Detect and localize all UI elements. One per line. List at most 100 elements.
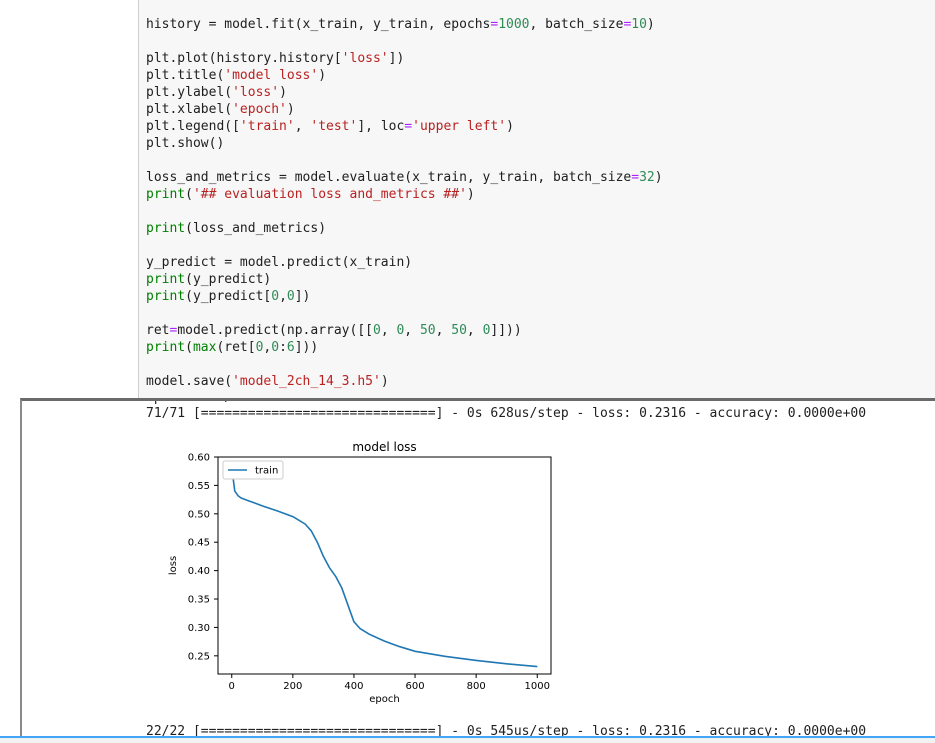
bottom-scroll-strip bbox=[0, 736, 935, 743]
code-token: , bbox=[404, 323, 420, 338]
code-token: print bbox=[146, 272, 186, 287]
code-token: 50 bbox=[451, 323, 467, 338]
code-token: (y_predict) bbox=[185, 272, 272, 287]
x-tick-label: 200 bbox=[283, 681, 302, 692]
code-token: ]) bbox=[388, 51, 405, 66]
code-token: ) bbox=[506, 119, 514, 134]
code-token: = bbox=[631, 170, 640, 185]
code-token: = bbox=[404, 119, 413, 134]
code-line: plt.show() bbox=[146, 135, 224, 152]
code-token: history = model.fit(x_train, y_train, ep… bbox=[146, 17, 491, 32]
code-token: 'model_2ch_14_3.h5' bbox=[232, 374, 381, 389]
code-line: print(y_predict) bbox=[146, 271, 271, 288]
code-token: 0 bbox=[286, 289, 295, 304]
loss-plot: 0 200 400 600 800 1000 0.25 0.30 0.35 0.40 0.45 0.5… bbox=[152, 437, 552, 736]
code-token: plt.plot(history.history[ bbox=[146, 51, 342, 66]
code-token: 1000 bbox=[498, 17, 530, 32]
code-line: loss_and_metrics = model.evaluate(x_trai… bbox=[146, 169, 663, 186]
code-line: print(loss_and_metrics) bbox=[146, 220, 326, 237]
code-token: ( bbox=[185, 340, 193, 355]
code-token: plt.legend([ bbox=[146, 119, 240, 134]
code-token: , bbox=[294, 119, 311, 134]
y-tick-label: 0.35 bbox=[188, 595, 210, 606]
code-token: , bbox=[380, 323, 397, 338]
code-token: (loss_and_metrics) bbox=[185, 221, 327, 236]
code-token: print bbox=[146, 289, 186, 304]
code-token: ( bbox=[185, 187, 193, 202]
code-token: , bbox=[279, 289, 287, 304]
code-line: model.save('model_2ch_14_3.h5') bbox=[146, 373, 389, 390]
x-axis-label: epoch bbox=[369, 694, 399, 705]
code-token: '## evaluation loss and_metrics ##' bbox=[192, 187, 467, 202]
code-token: 0 bbox=[271, 340, 280, 355]
code-token: 6 bbox=[286, 340, 295, 355]
code-line: print(y_predict[0,0]) bbox=[146, 288, 310, 305]
x-tick-label: 1000 bbox=[525, 681, 550, 692]
x-tick-label: 400 bbox=[344, 681, 363, 692]
code-token: 'test' bbox=[310, 119, 358, 134]
y-tick-label: 0.40 bbox=[188, 566, 210, 577]
code-token: , bbox=[435, 323, 452, 338]
code-line: plt.ylabel('loss') bbox=[146, 84, 287, 101]
code-token: ], loc bbox=[357, 119, 405, 134]
output-area: Epoch 1000/1000 71/71 [=================… bbox=[20, 398, 935, 736]
code-token: ])) bbox=[294, 340, 319, 355]
code-token: model.save( bbox=[146, 374, 233, 389]
y-tick-label: 0.55 bbox=[188, 481, 210, 492]
code-token: ret bbox=[146, 323, 170, 338]
y-tick-label: 0.30 bbox=[188, 623, 210, 634]
code-token: ) bbox=[286, 102, 295, 117]
code-token: ) bbox=[646, 17, 655, 32]
code-token: 'model loss' bbox=[224, 68, 319, 83]
code-token: model.predict(np.array([[ bbox=[177, 323, 373, 338]
code-token: print bbox=[146, 340, 186, 355]
code-token: 50 bbox=[419, 323, 436, 338]
y-tick-label: 0.60 bbox=[188, 453, 210, 464]
code-token: ) bbox=[654, 170, 663, 185]
code-token: ) bbox=[318, 68, 327, 83]
code-token: ) bbox=[279, 85, 287, 100]
code-line: ret=model.predict(np.array([[0, 0, 50, 5… bbox=[146, 322, 522, 339]
y-axis-label: loss bbox=[168, 556, 179, 575]
y-tick-label: 0.25 bbox=[188, 651, 210, 662]
code-token: plt.show() bbox=[146, 136, 225, 151]
loss-chart-svg: 0 200 400 600 800 1000 0.25 0.30 0.35 0.40 0.45 0.5… bbox=[168, 440, 552, 705]
x-tick-label: 800 bbox=[467, 681, 486, 692]
evaluate-log-line: 22/22 [==============================] -… bbox=[146, 724, 867, 736]
code-token: 10 bbox=[631, 17, 647, 32]
code-line: y_predict = model.predict(x_train) bbox=[146, 254, 412, 271]
training-log-line: 71/71 [==============================] -… bbox=[146, 406, 867, 421]
code-token: 32 bbox=[639, 170, 655, 185]
code-token: (y_predict[ bbox=[185, 289, 272, 304]
code-token: , batch_size bbox=[529, 17, 624, 32]
code-line: plt.title('model loss') bbox=[146, 67, 326, 84]
code-token: plt.title( bbox=[146, 68, 225, 83]
x-tick-label: 0 bbox=[229, 681, 235, 692]
code-token: print bbox=[146, 221, 186, 236]
code-token: ]) bbox=[294, 289, 311, 304]
code-token: 'epoch' bbox=[232, 102, 287, 117]
code-token: , bbox=[466, 323, 483, 338]
code-token: loss_and_metrics = model.evaluate(x_trai… bbox=[146, 170, 632, 185]
x-tick-label: 600 bbox=[406, 681, 425, 692]
code-token: plt.ylabel( bbox=[146, 85, 233, 100]
code-line: print(max(ret[0,0:6])) bbox=[146, 339, 318, 356]
code-cell[interactable]: history = model.fit(x_train, y_train, ep… bbox=[138, 0, 935, 398]
code-token: ) bbox=[380, 374, 389, 389]
code-line: plt.legend(['train', 'test'], loc='upper… bbox=[146, 118, 514, 135]
legend-label: train bbox=[255, 466, 278, 477]
code-line: plt.plot(history.history['loss']) bbox=[146, 50, 404, 67]
y-tick-label: 0.50 bbox=[188, 509, 210, 520]
code-token: max bbox=[192, 340, 217, 355]
y-tick-label: 0.45 bbox=[188, 538, 210, 549]
code-token: : bbox=[279, 340, 287, 355]
code-token: 0 bbox=[271, 289, 280, 304]
code-token: plt.xlabel( bbox=[146, 102, 233, 117]
code-token: 0 bbox=[372, 323, 381, 338]
code-token: print bbox=[146, 187, 186, 202]
chart-title: model loss bbox=[352, 440, 416, 454]
code-token: y_predict = model.predict(x_train) bbox=[146, 255, 413, 270]
code-token: 'upper left' bbox=[412, 119, 507, 134]
code-line: plt.xlabel('epoch') bbox=[146, 101, 295, 118]
code-token: ]])) bbox=[490, 323, 522, 338]
